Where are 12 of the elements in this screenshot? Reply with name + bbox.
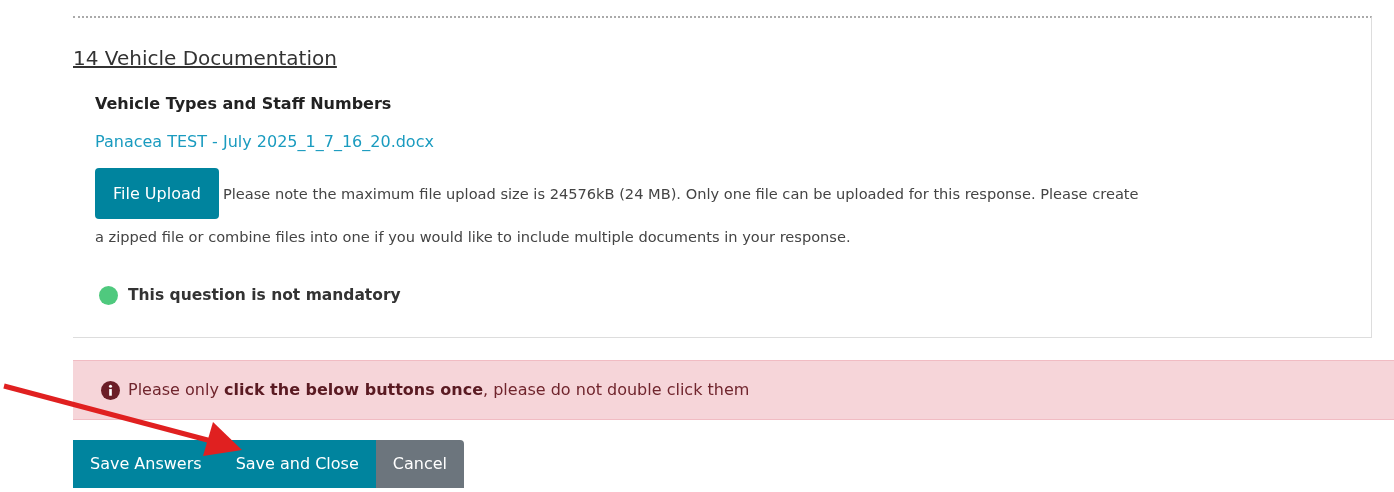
cancel-button[interactable]: Cancel <box>375 440 464 489</box>
section-title: 14 Vehicle Documentation <box>73 46 337 70</box>
action-button[interactable]: Save Answers <box>73 440 219 489</box>
alert-message: Please only click the below buttons once, please do not double click them <box>128 379 750 402</box>
status-text: This question is not mandatory <box>128 285 401 306</box>
info-icon <box>101 380 120 400</box>
upload-note: Please note the maximum file upload size is 24576kB (24 MB). Only one file can be uploaded for this response. Please create <box>222 185 1139 202</box>
file-upload-button[interactable]: File Upload <box>95 168 219 219</box>
question-label: Vehicle Types and Staff Numbers <box>95 93 393 115</box>
file-link[interactable]: Panacea TEST - July 2025_1_7_16_20.docx <box>95 130 434 154</box>
action-button[interactable]: Save and Close <box>218 440 376 489</box>
upload-note: a zipped file or combine files into one if you would like to include multiple documents in your response. <box>95 227 851 247</box>
